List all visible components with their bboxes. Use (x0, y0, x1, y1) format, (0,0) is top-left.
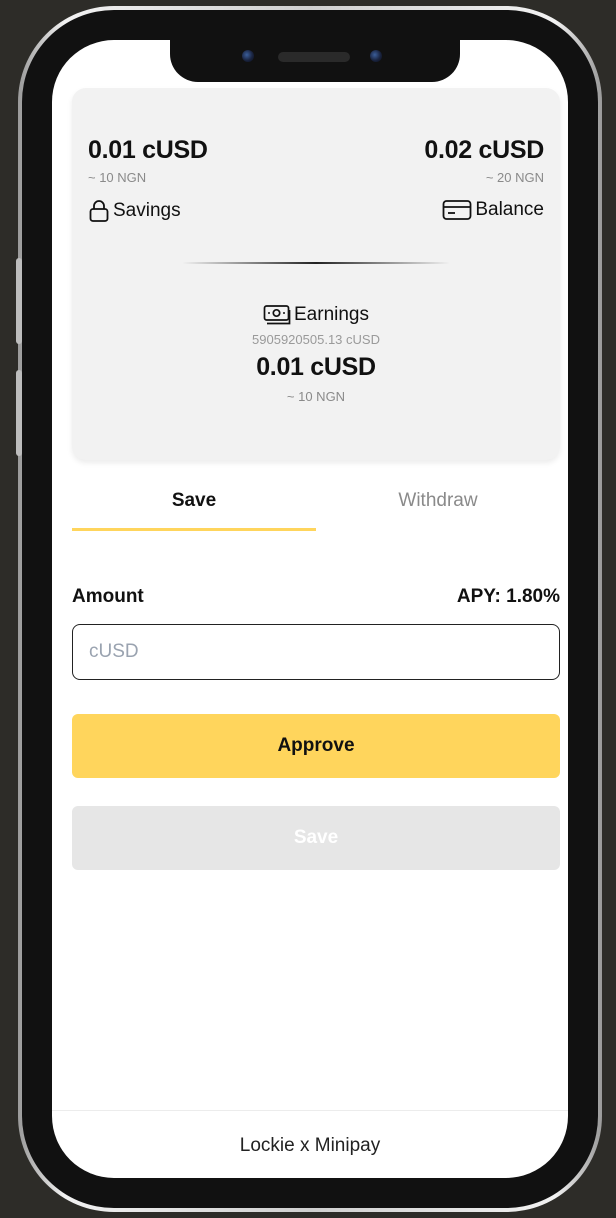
earnings-label-row: Earnings (72, 304, 560, 326)
sensor-icon (370, 50, 382, 62)
earnings-label: Earnings (294, 304, 369, 325)
save-button[interactable]: Save (72, 806, 560, 870)
savings-label: Savings (113, 200, 181, 221)
footer-text: Lockie x Minipay (239, 1135, 381, 1156)
footer: Lockie x Minipay (52, 1110, 568, 1178)
savings-summary: 0.01 cUSD ~ 10 NGN Savings (88, 136, 208, 223)
phone-frame: 0.01 cUSD ~ 10 NGN Savings 0.02 cUSD ~ 2… (16, 6, 602, 1212)
speaker-grille (278, 52, 350, 62)
balance-summary: 0.02 cUSD ~ 20 NGN Balance (424, 136, 544, 221)
balance-label: Balance (475, 199, 544, 220)
card-divider (182, 262, 450, 264)
savings-label-row: Savings (88, 199, 208, 223)
tab-save[interactable]: Save (72, 482, 316, 512)
amount-row: Amount APY: 1.80% (72, 586, 560, 608)
apy-label: APY: 1.80% (456, 586, 560, 607)
tab-withdraw[interactable]: Withdraw (316, 482, 560, 512)
app-screen: 0.01 cUSD ~ 10 NGN Savings 0.02 cUSD ~ 2… (52, 40, 568, 1178)
savings-fiat: ~ 10 NGN (88, 170, 147, 185)
banknote-icon (263, 304, 291, 326)
balance-label-row: Balance (424, 199, 544, 221)
action-tabs: Save Withdraw (72, 482, 560, 532)
summary-card: 0.01 cUSD ~ 10 NGN Savings 0.02 cUSD ~ 2… (72, 88, 560, 460)
credit-card-icon (442, 199, 472, 221)
amount-input[interactable] (72, 624, 560, 680)
lock-icon (88, 199, 110, 223)
earnings-fiat: ~ 10 NGN (286, 389, 346, 404)
camera-icon (242, 50, 254, 62)
volume-up-button (16, 258, 22, 344)
phone-bezel: 0.01 cUSD ~ 10 NGN Savings 0.02 cUSD ~ 2… (16, 10, 598, 1208)
savings-amount: 0.01 cUSD (88, 136, 208, 164)
balance-fiat: ~ 20 NGN (485, 170, 544, 185)
earnings-amount: 0.01 cUSD (256, 353, 376, 381)
active-tab-indicator (72, 528, 316, 531)
balance-amount: 0.02 cUSD (424, 136, 544, 164)
earnings-raw-value: 5905920505.13 cUSD (252, 332, 380, 347)
volume-down-button (16, 370, 22, 456)
approve-button[interactable]: Approve (72, 714, 560, 778)
amount-label: Amount (72, 586, 144, 607)
phone-notch (170, 40, 460, 82)
earnings-summary: Earnings 5905920505.13 cUSD 0.01 cUSD ~ … (72, 304, 560, 404)
